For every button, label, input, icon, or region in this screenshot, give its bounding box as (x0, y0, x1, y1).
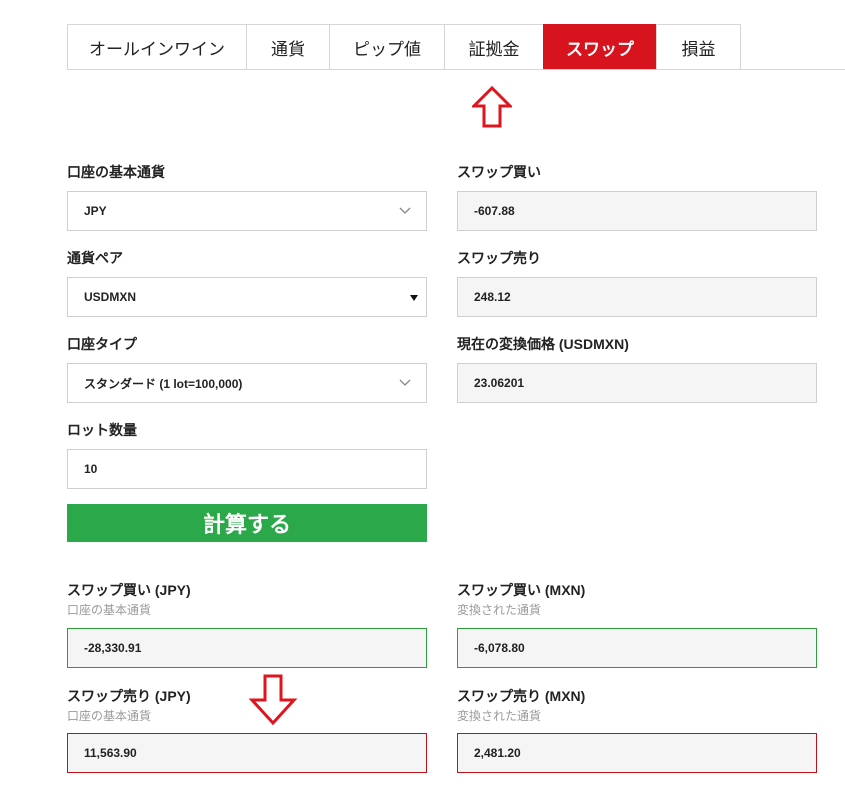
currency-pair-select[interactable]: USDMXN (67, 277, 427, 317)
result-sell-mxn-label: スワップ売り (MXN) (457, 688, 586, 704)
tab-margin[interactable]: 証拠金 (444, 24, 544, 69)
base-currency-value: JPY (84, 204, 107, 218)
tab-all-in-one[interactable]: オールインワイン (67, 24, 247, 69)
conversion-rate-label: 現在の変換価格 (USDMXN) (457, 336, 629, 352)
conversion-rate-field[interactable]: 23.06201 (457, 363, 817, 403)
result-buy-mxn-sublabel: 変換された通貨 (457, 603, 542, 617)
result-sell-jpy-label: スワップ売り (JPY) (67, 688, 191, 704)
tab-pip-value[interactable]: ピップ値 (329, 24, 445, 69)
swap-sell-value: 248.12 (474, 290, 511, 304)
account-type-label: 口座タイプ (67, 336, 137, 352)
swap-sell-field[interactable]: 248.12 (457, 277, 817, 317)
conversion-rate-value: 23.06201 (474, 376, 525, 390)
result-sell-mxn-field: 2,481.20 (457, 733, 817, 773)
currency-pair-label: 通貨ペア (67, 250, 123, 266)
result-sell-jpy-sublabel: 口座の基本通貨 (67, 709, 152, 723)
swap-sell-label: スワップ売り (457, 250, 541, 266)
chevron-down-icon (399, 379, 411, 386)
result-sell-jpy-field: 11,563.90 (67, 733, 427, 773)
lot-quantity-value: 10 (84, 462, 98, 476)
result-buy-mxn-value: -6,078.80 (474, 641, 525, 655)
down-arrow-icon (248, 674, 298, 726)
result-sell-mxn-sublabel: 変換された通貨 (457, 709, 542, 723)
tab-currency[interactable]: 通貨 (246, 24, 330, 69)
currency-pair-value: USDMXN (84, 290, 137, 304)
result-buy-jpy-value: -28,330.91 (84, 641, 142, 655)
lot-quantity-label: ロット数量 (67, 422, 137, 438)
dropdown-triangle-icon (410, 295, 418, 301)
tab-swap[interactable]: スワップ (543, 24, 657, 69)
calculate-button[interactable]: 計算する (67, 504, 427, 542)
tab-profit-loss[interactable]: 損益 (656, 24, 741, 69)
account-type-value: スタンダード (1 lot=100,000) (84, 376, 243, 391)
up-arrow-icon (472, 86, 512, 128)
result-sell-jpy-value: 11,563.90 (84, 746, 137, 760)
base-currency-label: 口座の基本通貨 (67, 164, 165, 180)
account-type-select[interactable]: スタンダード (1 lot=100,000) (67, 363, 427, 403)
swap-buy-field[interactable]: -607.88 (457, 191, 817, 231)
result-sell-mxn-value: 2,481.20 (474, 746, 521, 760)
lot-quantity-input[interactable]: 10 (67, 449, 427, 489)
result-buy-jpy-sublabel: 口座の基本通貨 (67, 603, 152, 617)
result-buy-mxn-field: -6,078.80 (457, 628, 817, 668)
swap-buy-label: スワップ買い (457, 164, 541, 180)
result-buy-mxn-label: スワップ買い (MXN) (457, 582, 586, 598)
swap-buy-value: -607.88 (474, 204, 515, 218)
base-currency-select[interactable]: JPY (67, 191, 427, 231)
calculator-tabs: オールインワイン 通貨 ピップ値 証拠金 スワップ 損益 (67, 24, 845, 70)
result-buy-jpy-field: -28,330.91 (67, 628, 427, 668)
result-buy-jpy-label: スワップ買い (JPY) (67, 582, 191, 598)
chevron-down-icon (399, 207, 411, 214)
